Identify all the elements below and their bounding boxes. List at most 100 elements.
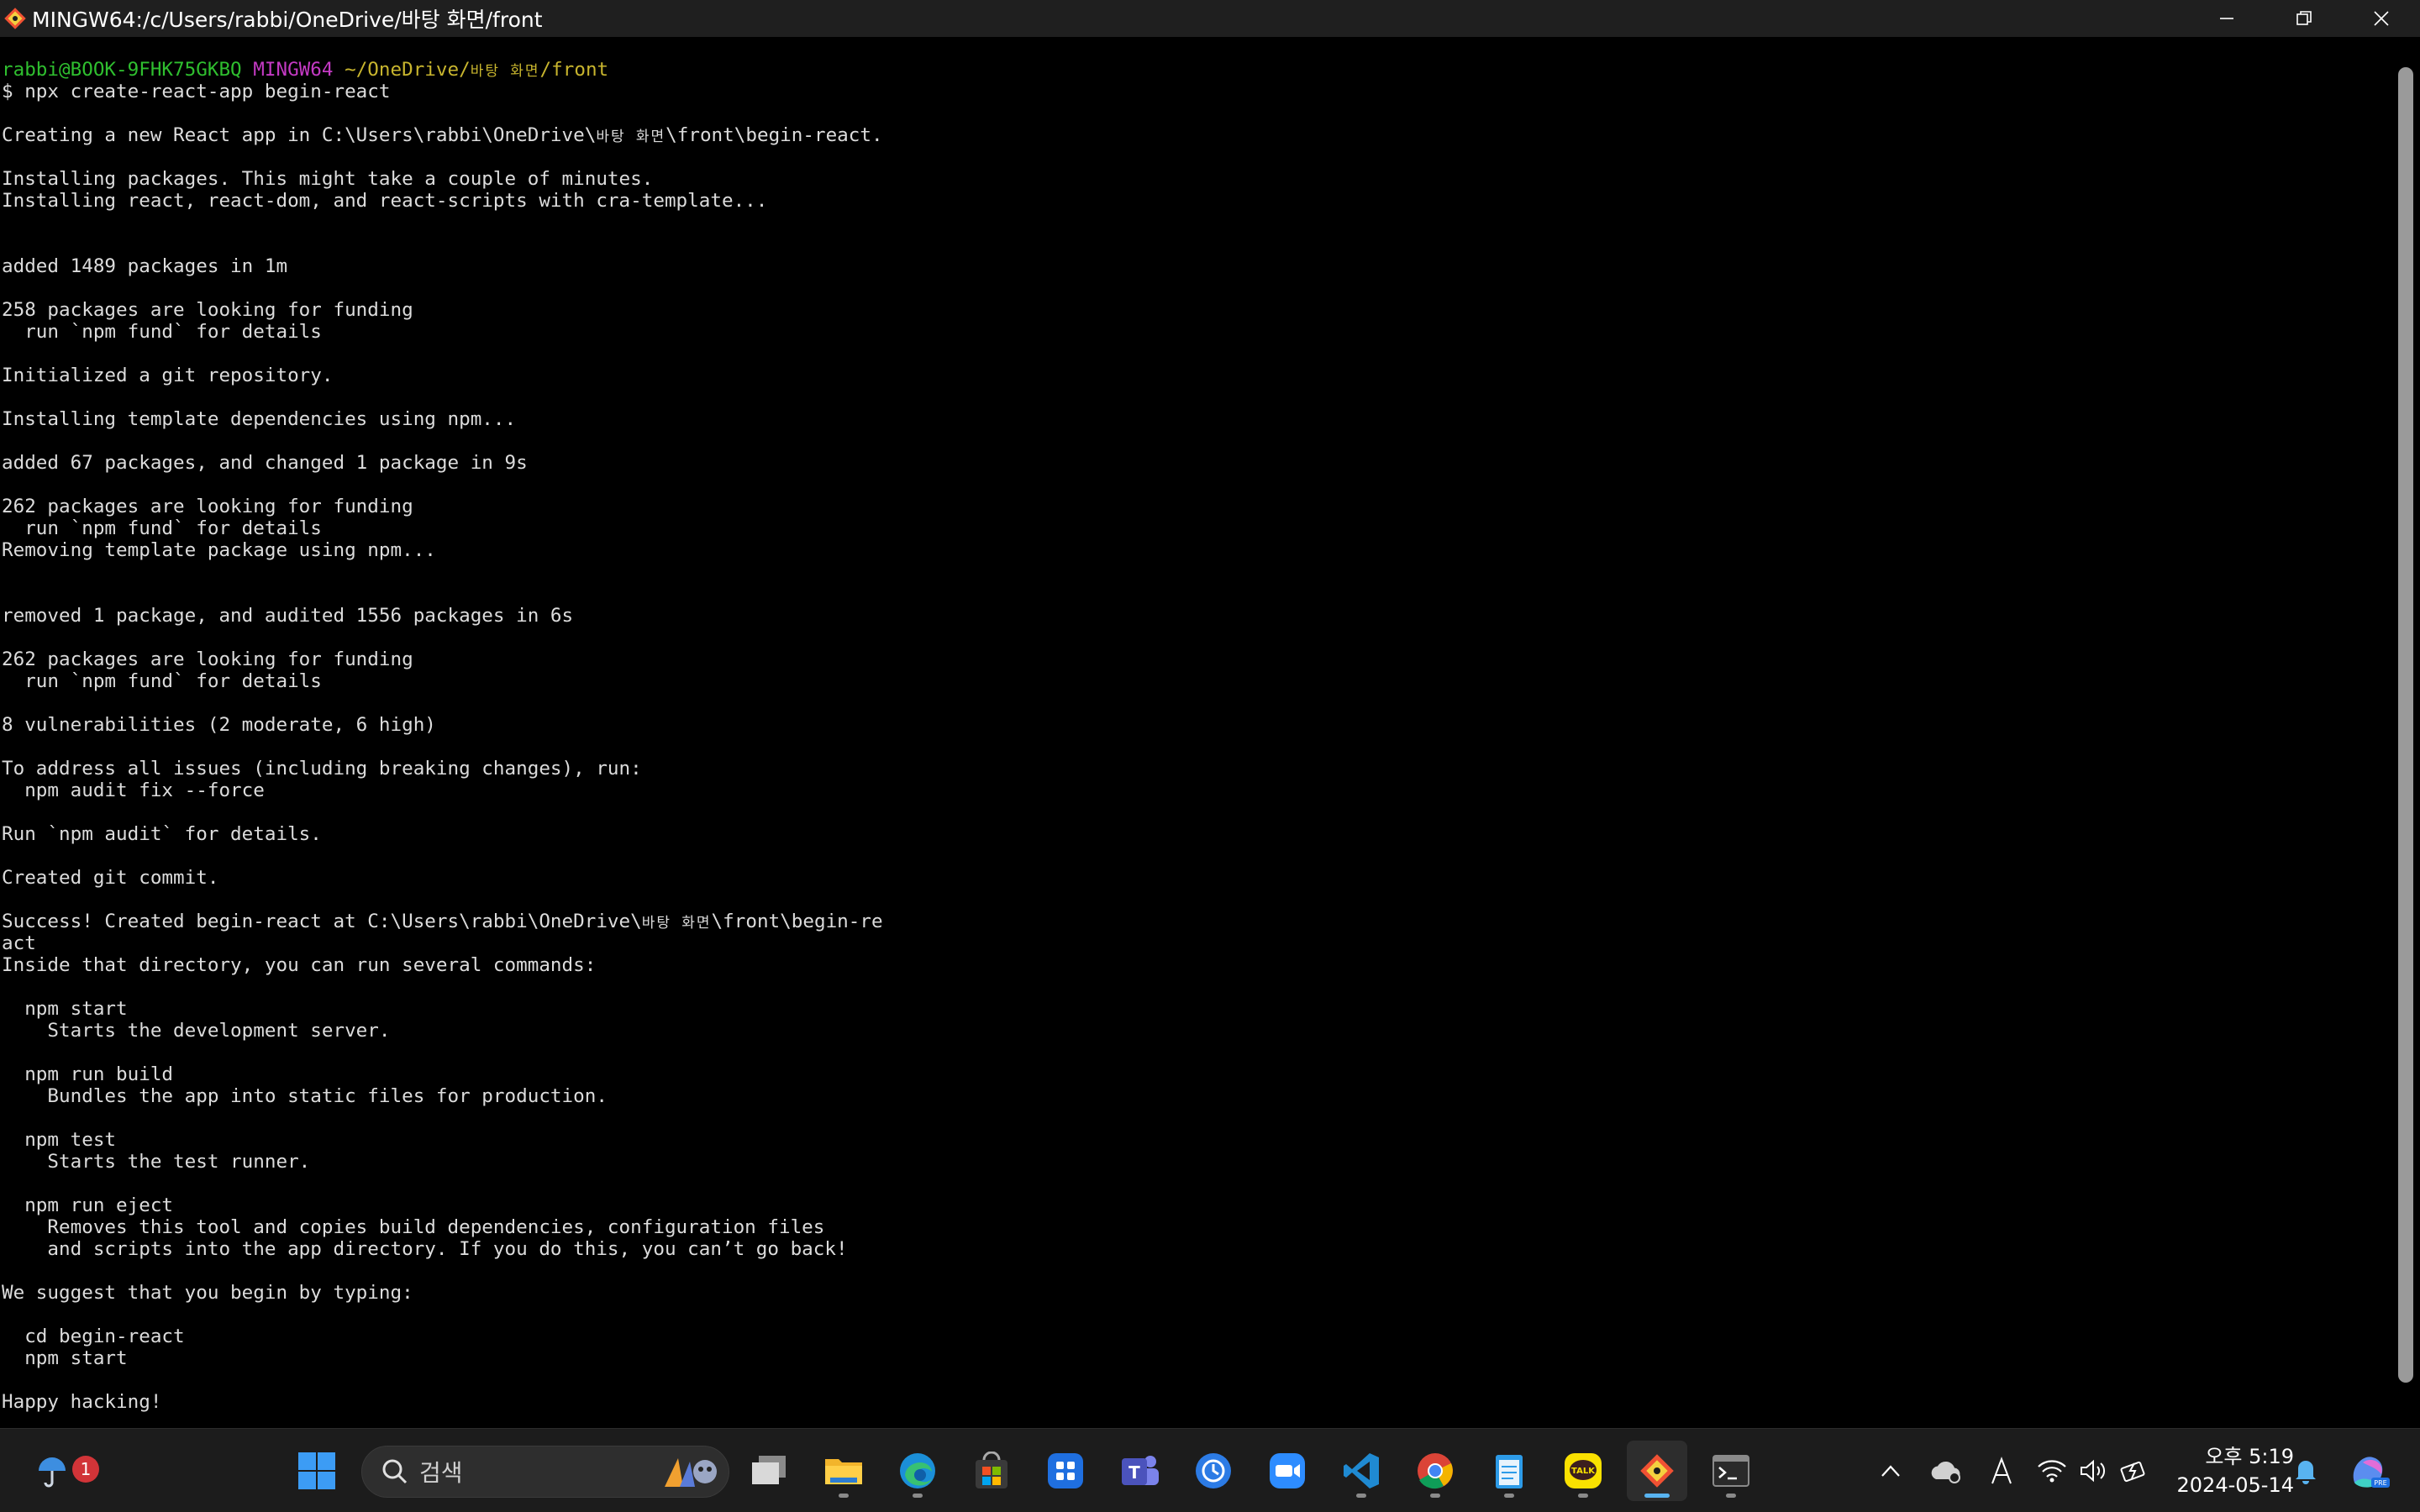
terminal-line: Removes this tool and copies build depen… bbox=[2, 1216, 825, 1238]
terminal-line: npm test bbox=[2, 1129, 117, 1151]
terminal-line: added 67 packages, and changed 1 package… bbox=[2, 452, 528, 474]
clock-time: 오후 5:19 bbox=[2205, 1445, 2294, 1468]
terminal-line: npm run eject bbox=[2, 1194, 174, 1216]
search-icon bbox=[382, 1459, 408, 1484]
kakaotalk-icon[interactable]: TALK bbox=[1553, 1441, 1613, 1501]
copilot-icon[interactable]: PRE bbox=[2344, 1451, 2395, 1491]
taskbar-search[interactable]: 검색 bbox=[361, 1446, 729, 1498]
taskbar-clock[interactable]: 오후 5:19 2024-05-14 bbox=[2168, 1442, 2294, 1499]
success-line-b: \front\begin-re bbox=[711, 911, 883, 932]
terminal-line: act bbox=[2, 932, 36, 954]
terminal-line: npm start bbox=[2, 998, 128, 1020]
git-bash-icon bbox=[0, 0, 30, 37]
terminal-line: removed 1 package, and audited 1556 pack… bbox=[2, 605, 574, 627]
svg-text:T: T bbox=[1128, 1462, 1140, 1483]
terminal-icon[interactable] bbox=[1701, 1441, 1761, 1501]
running-indicator bbox=[1726, 1494, 1736, 1498]
running-indicator bbox=[1504, 1494, 1514, 1498]
teams-icon[interactable]: T bbox=[1109, 1441, 1170, 1501]
volume-icon[interactable] bbox=[2074, 1451, 2114, 1491]
onedrive-icon[interactable] bbox=[1926, 1451, 1966, 1491]
notepad-icon[interactable] bbox=[1479, 1441, 1539, 1501]
prompt-path-suffix: /front bbox=[539, 59, 609, 81]
clock-date: 2024-05-14 bbox=[2176, 1473, 2294, 1497]
prompt-env: MINGW64 bbox=[253, 59, 334, 81]
scrollbar-thumb[interactable] bbox=[2398, 67, 2413, 1383]
success-line-a: Success! Created begin-react at C:\Users… bbox=[2, 911, 642, 932]
svg-text:PRE: PRE bbox=[2374, 1479, 2386, 1487]
running-indicator bbox=[839, 1494, 849, 1498]
creating-line-b: \front\begin-react. bbox=[666, 124, 883, 146]
terminal-line: npm run build bbox=[2, 1063, 174, 1085]
sync-app-icon[interactable] bbox=[1183, 1441, 1244, 1501]
search-highlight-icon bbox=[665, 1458, 717, 1487]
terminal-line: Created git commit. bbox=[2, 867, 219, 889]
battery-icon[interactable] bbox=[2114, 1451, 2154, 1491]
restore-icon[interactable] bbox=[2265, 0, 2343, 37]
terminal-line: To address all issues (including breakin… bbox=[2, 758, 642, 780]
window-controls bbox=[2188, 0, 2420, 37]
microsoft-store-icon[interactable] bbox=[961, 1441, 1022, 1501]
file-explorer-icon[interactable] bbox=[813, 1441, 874, 1501]
creating-line: Creating a new React app in C:\Users\rab… bbox=[2, 124, 883, 146]
notification-bell-icon[interactable] bbox=[2286, 1451, 2326, 1491]
windows-start-icon[interactable] bbox=[287, 1441, 347, 1501]
git-bash-taskbar-icon[interactable] bbox=[1627, 1441, 1687, 1501]
wifi-icon[interactable] bbox=[2032, 1451, 2072, 1491]
terminal-line: Bundles the app into static files for pr… bbox=[2, 1085, 608, 1107]
running-indicator bbox=[1430, 1494, 1440, 1498]
notification-badge: 1 bbox=[72, 1456, 99, 1483]
minimize-icon[interactable] bbox=[2188, 0, 2265, 37]
task-view-icon[interactable] bbox=[739, 1441, 800, 1501]
terminal-line: Inside that directory, you can run sever… bbox=[2, 954, 597, 976]
prompt-user-host: rabbi@BOOK-9FHK75GKBQ bbox=[2, 59, 242, 81]
terminal-line: 262 packages are looking for funding bbox=[2, 648, 413, 670]
terminal-line: Run `npm audit` for details. bbox=[2, 823, 322, 845]
chevron-up-icon[interactable] bbox=[1870, 1451, 1911, 1491]
terminal-line: 258 packages are looking for funding bbox=[2, 299, 413, 321]
title-bar[interactable]: MINGW64:/c/Users/rabbi/OneDrive/바탕 화면/fr… bbox=[0, 0, 2420, 37]
zoom-icon[interactable] bbox=[1257, 1441, 1318, 1501]
widgets-app-icon[interactable] bbox=[1035, 1441, 1096, 1501]
terminal-line: npm start bbox=[2, 1347, 128, 1369]
terminal-line: Starts the development server. bbox=[2, 1020, 391, 1042]
ime-indicator-icon[interactable] bbox=[1981, 1451, 2022, 1491]
vscode-icon[interactable] bbox=[1331, 1441, 1392, 1501]
terminal-line: 262 packages are looking for funding bbox=[2, 496, 413, 517]
chrome-icon[interactable] bbox=[1405, 1441, 1465, 1501]
edge-icon[interactable] bbox=[887, 1441, 948, 1501]
terminal-scrollbar[interactable] bbox=[2393, 37, 2420, 1428]
prompt-line: rabbi@BOOK-9FHK75GKBQ MINGW64 ~/OneDrive… bbox=[2, 59, 883, 81]
umbrella-icon bbox=[39, 1457, 66, 1488]
terminal-line: Removing template package using npm... bbox=[2, 539, 436, 561]
terminal-line: cd begin-react bbox=[2, 1326, 185, 1347]
success-line: Success! Created begin-react at C:\Users… bbox=[2, 911, 883, 932]
terminal-line: We suggest that you begin by typing: bbox=[2, 1282, 413, 1304]
terminal-line: Starts the test runner. bbox=[2, 1151, 311, 1173]
weather-widget[interactable]: 1 bbox=[22, 1441, 99, 1501]
terminal-line: npm audit fix --force bbox=[2, 780, 265, 801]
terminal-output[interactable]: rabbi@BOOK-9FHK75GKBQ MINGW64 ~/OneDrive… bbox=[0, 37, 2393, 1428]
prompt-path-hangul: 바탕 화면 bbox=[470, 63, 540, 80]
close-icon[interactable] bbox=[2343, 0, 2420, 37]
